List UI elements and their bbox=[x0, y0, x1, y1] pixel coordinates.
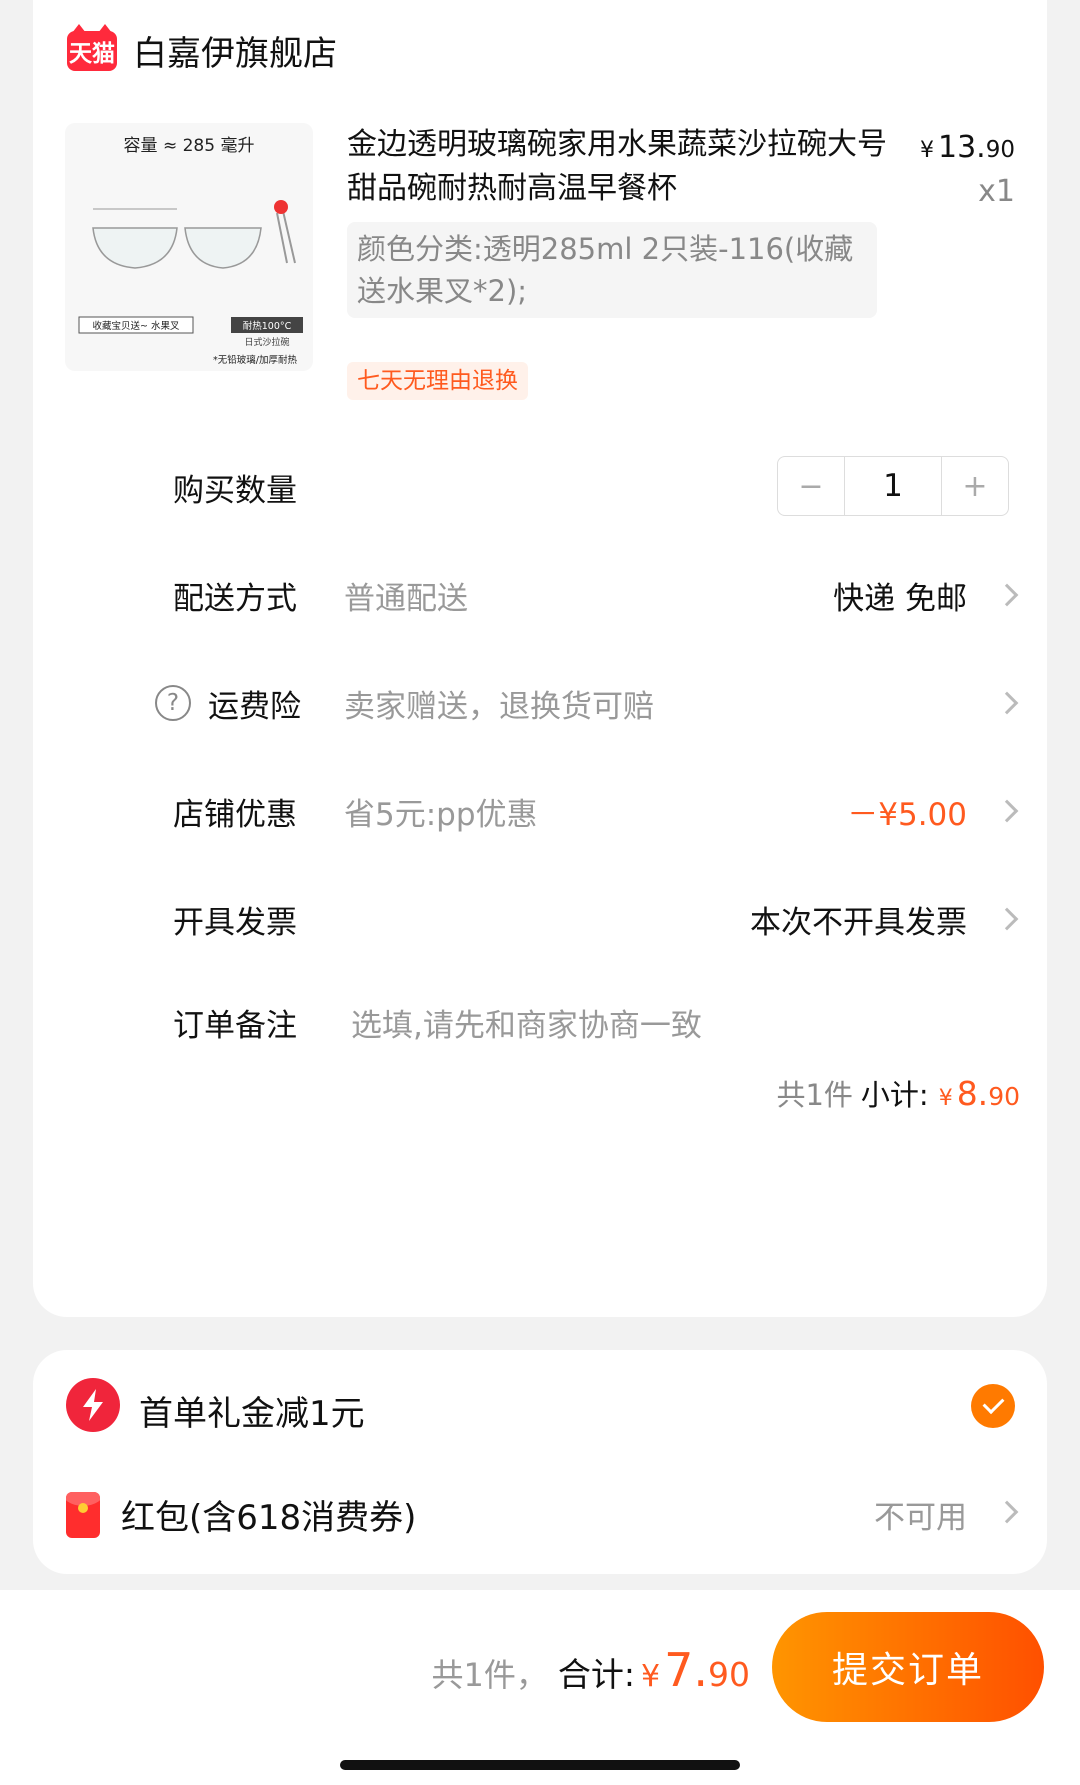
tmall-logo: 天猫 bbox=[67, 23, 117, 71]
subtotal-symbol: ¥ bbox=[938, 1086, 953, 1111]
check-icon[interactable] bbox=[971, 1384, 1015, 1428]
promotion-card: 首单礼金减1元 红包(含618消费券) 不可用 bbox=[33, 1350, 1047, 1574]
total-decimal: 90 bbox=[708, 1655, 750, 1694]
total-label: 合计: bbox=[557, 1655, 636, 1694]
product-image[interactable]: 容量 ≈ 285 毫升 收藏宝贝送~ 水果叉 耐热100°C 日式沙拉碗 *无铅… bbox=[65, 123, 313, 371]
home-indicator[interactable] bbox=[340, 1760, 740, 1770]
delivery-value: 快递 免邮 bbox=[833, 580, 967, 617]
delivery-label: 配送方式 bbox=[173, 580, 297, 617]
red-packet-status: 不可用 bbox=[874, 1500, 967, 1536]
red-packet-icon bbox=[66, 1492, 100, 1538]
shipping-insurance-row[interactable]: ? 运费险 卖家赠送，退换货可赔 bbox=[33, 673, 1047, 733]
quantity-label: 购买数量 bbox=[173, 472, 297, 509]
price-symbol: ¥ bbox=[920, 138, 934, 163]
subtotal-integer: 8. bbox=[956, 1074, 989, 1113]
price-decimal: 90 bbox=[985, 137, 1015, 163]
lightning-icon bbox=[66, 1378, 120, 1432]
insurance-description: 卖家赠送，退换货可赔 bbox=[344, 688, 654, 725]
increase-button[interactable]: + bbox=[942, 457, 1008, 515]
product-variant[interactable]: 颜色分类:透明285ml 2只装-116(收藏送水果叉*2); bbox=[347, 222, 877, 318]
order-note-label: 订单备注 bbox=[173, 1007, 297, 1044]
help-icon[interactable]: ? bbox=[155, 685, 191, 721]
chevron-right-icon bbox=[995, 583, 1019, 607]
order-note-input[interactable]: 选填,请先和商家协商一致 bbox=[351, 1000, 702, 1045]
chevron-right-icon bbox=[995, 691, 1019, 715]
subtotal: 共1件 小计: ¥8.90 bbox=[776, 1072, 1020, 1114]
chevron-right-icon[interactable] bbox=[995, 1500, 1019, 1524]
quantity-stepper[interactable]: − 1 + bbox=[777, 456, 1009, 516]
chevron-right-icon bbox=[995, 799, 1019, 823]
order-total: 共1件， 合计: ¥7.90 bbox=[432, 1643, 750, 1697]
product-title[interactable]: 金边透明玻璃碗家用水果蔬菜沙拉碗大号甜品碗耐热耐高温早餐杯 bbox=[347, 123, 887, 211]
image-caption: 容量 ≈ 285 毫升 bbox=[124, 136, 255, 156]
order-card: 天猫 白嘉伊旗舰店 容量 ≈ 285 毫升 收藏宝贝送~ 水果叉 耐热100°C… bbox=[33, 0, 1047, 1317]
shop-header[interactable]: 天猫 白嘉伊旗舰店 bbox=[67, 23, 337, 75]
total-symbol: ¥ bbox=[641, 1659, 661, 1694]
price-integer: 13. bbox=[938, 130, 986, 165]
subtotal-decimal: 90 bbox=[988, 1082, 1020, 1111]
discount-label: 店铺优惠 bbox=[173, 796, 297, 833]
product-quantity: x1 bbox=[978, 174, 1015, 209]
shop-name[interactable]: 白嘉伊旗舰店 bbox=[133, 26, 337, 75]
decrease-button[interactable]: − bbox=[778, 457, 844, 515]
image-label-left: 收藏宝贝送~ 水果叉 bbox=[93, 320, 180, 332]
image-label-right: 耐热100°C bbox=[243, 320, 292, 332]
invoice-label: 开具发票 bbox=[173, 904, 297, 941]
insurance-label: 运费险 bbox=[208, 688, 301, 725]
glass-bowl-illustration: 容量 ≈ 285 毫升 收藏宝贝送~ 水果叉 耐热100°C 日式沙拉碗 *无铅… bbox=[78, 136, 303, 366]
first-order-discount[interactable]: 首单礼金减1元 bbox=[139, 1386, 365, 1435]
invoice-row[interactable]: 开具发票 本次不开具发票 bbox=[33, 889, 1047, 949]
total-integer: 7. bbox=[664, 1643, 708, 1697]
chevron-right-icon bbox=[995, 907, 1019, 931]
image-note: *无铅玻璃/加厚耐热 bbox=[213, 354, 297, 366]
order-note-row: 订单备注 选填,请先和商家协商一致 bbox=[33, 992, 1047, 1052]
submit-order-button[interactable]: 提交订单 bbox=[772, 1612, 1044, 1722]
total-count: 共1件， bbox=[431, 1656, 548, 1694]
red-packet-label[interactable]: 红包(含618消费券) bbox=[121, 1490, 416, 1539]
product-price: ¥13.90 bbox=[920, 130, 1015, 165]
subtotal-count: 共1件 bbox=[776, 1078, 853, 1112]
image-label-right-sub: 日式沙拉碗 bbox=[244, 336, 289, 348]
store-discount-row[interactable]: 店铺优惠 省5元:pp优惠 －¥5.00 bbox=[33, 781, 1047, 841]
invoice-value: 本次不开具发票 bbox=[750, 904, 967, 941]
return-policy-tag: 七天无理由退换 bbox=[347, 362, 528, 400]
delivery-method: 普通配送 bbox=[344, 580, 468, 617]
delivery-row[interactable]: 配送方式 普通配送 快递 免邮 bbox=[33, 565, 1047, 625]
subtotal-label: 小计: bbox=[860, 1078, 929, 1112]
quantity-value[interactable]: 1 bbox=[844, 457, 942, 515]
discount-description: 省5元:pp优惠 bbox=[344, 796, 538, 833]
checkout-bar: 共1件， 合计: ¥7.90 提交订单 bbox=[0, 1590, 1080, 1785]
discount-value: －¥5.00 bbox=[847, 796, 967, 833]
